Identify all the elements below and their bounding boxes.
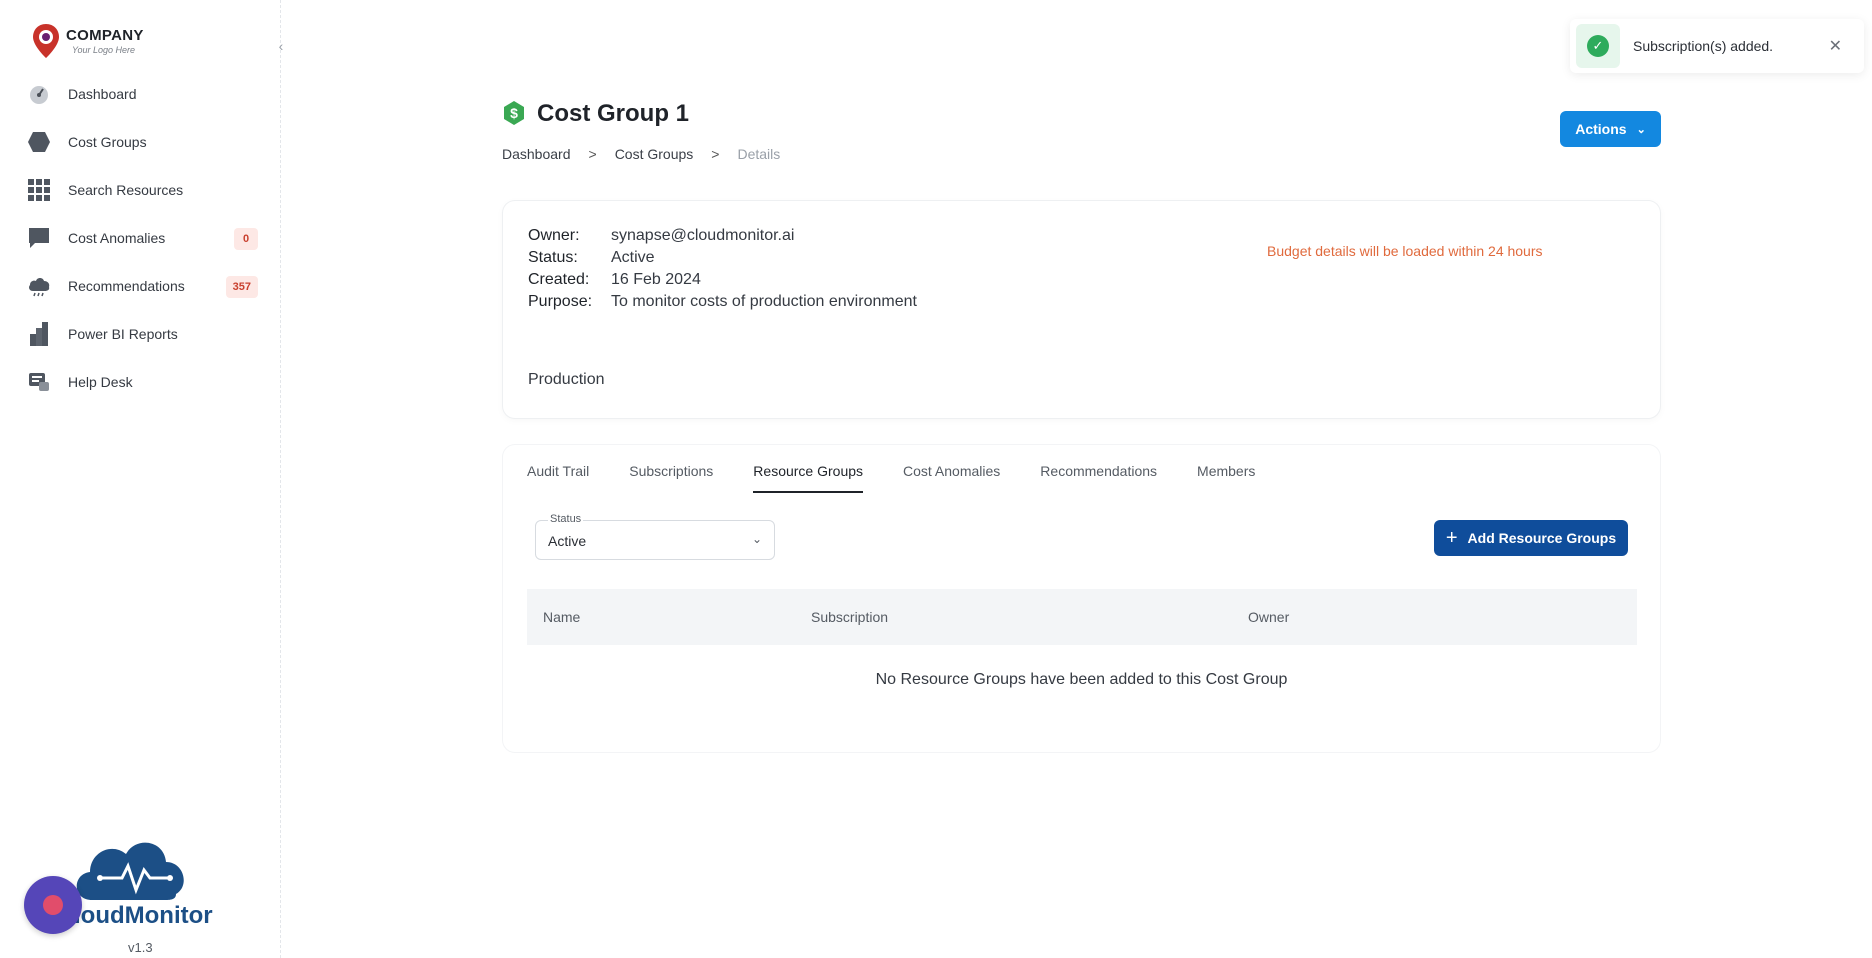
help-desk-icon	[26, 369, 52, 395]
column-header-name[interactable]: Name	[543, 609, 580, 625]
breadcrumb-separator: >	[588, 146, 597, 162]
tabs-panel: Audit Trail Subscriptions Resource Group…	[503, 445, 1660, 752]
tab-bar: Audit Trail Subscriptions Resource Group…	[527, 463, 1295, 493]
tab-recommendations[interactable]: Recommendations	[1040, 463, 1157, 493]
cost-group-details-card: Owner: synapse@cloudmonitor.ai Status: A…	[503, 201, 1660, 418]
breadcrumb-details: Details	[737, 146, 781, 162]
empty-table-message: No Resource Groups have been added to th…	[875, 671, 1288, 688]
check-circle-icon: ✓	[1587, 35, 1609, 57]
svg-text:$: $	[510, 105, 518, 121]
bar-chart-icon	[26, 321, 52, 347]
actions-label: Actions	[1575, 121, 1627, 137]
status-value: Active	[611, 249, 655, 266]
add-resource-groups-button[interactable]: + Add Resource Groups	[1434, 520, 1628, 556]
sidebar-item-label: Dashboard	[68, 86, 137, 102]
recommendations-count-badge: 357	[225, 276, 258, 298]
purpose-value: To monitor costs of production environme…	[611, 293, 917, 310]
sidebar-item-label: Cost Anomalies	[68, 230, 166, 246]
chevron-down-icon: ⌄	[751, 532, 762, 546]
status-label: Status:	[528, 249, 578, 266]
sidebar-item-label: Power BI Reports	[68, 326, 178, 342]
location-pin-icon	[33, 24, 59, 58]
created-label: Created:	[528, 271, 590, 288]
close-icon[interactable]: ✕	[1829, 36, 1842, 56]
status-filter-label: Status	[548, 513, 584, 525]
company-logo[interactable]: COMPANY Your Logo Here	[30, 22, 144, 60]
sidebar-item-dashboard[interactable]: Dashboard	[26, 70, 258, 118]
budget-notice: Budget details will be loaded within 24 …	[1267, 243, 1543, 259]
breadcrumb: Dashboard > Cost Groups > Details	[502, 146, 798, 162]
purpose-label: Purpose:	[528, 293, 593, 310]
details-grid: Owner: synapse@cloudmonitor.ai Status: A…	[528, 227, 917, 311]
column-header-owner[interactable]: Owner	[1248, 609, 1289, 625]
owner-label: Owner:	[528, 227, 580, 244]
sidebar-item-help-desk[interactable]: Help Desk	[26, 358, 258, 406]
column-header-subscription[interactable]: Subscription	[811, 609, 888, 625]
company-tagline: Your Logo Here	[72, 44, 136, 55]
chat-launcher-button[interactable]	[24, 876, 82, 934]
sidebar-item-cost-groups[interactable]: Cost Groups	[26, 118, 258, 166]
app-version: v1.3	[128, 940, 153, 955]
status-filter-value: Active	[548, 533, 587, 549]
page-title: Cost Group 1	[537, 100, 690, 127]
breadcrumb-cost-groups[interactable]: Cost Groups	[615, 146, 694, 162]
tab-audit-trail[interactable]: Audit Trail	[527, 463, 589, 493]
actions-dropdown-button[interactable]: Actions ⌄	[1560, 111, 1661, 147]
toast-message: Subscription(s) added.	[1633, 38, 1774, 54]
sidebar-item-recommendations[interactable]: Recommendations 357	[26, 262, 258, 310]
breadcrumb-dashboard[interactable]: Dashboard	[502, 146, 571, 162]
tab-members[interactable]: Members	[1197, 463, 1255, 493]
sidebar-item-label: Help Desk	[68, 374, 133, 390]
success-toast: ✓ Subscription(s) added. ✕	[1570, 19, 1864, 73]
collapse-sidebar-icon[interactable]: ‹	[272, 37, 290, 55]
gauge-icon	[26, 81, 52, 107]
sidebar-item-search-resources[interactable]: Search Resources	[26, 166, 258, 214]
plus-icon: +	[1445, 526, 1458, 549]
sidebar-nav: Dashboard Cost Groups Search Resources C…	[26, 70, 258, 406]
sidebar-item-label: Cost Groups	[68, 134, 147, 150]
breadcrumb-separator: >	[711, 146, 720, 162]
sidebar-item-power-bi-reports[interactable]: Power BI Reports	[26, 310, 258, 358]
chat-icon	[26, 225, 52, 251]
sidebar: COMPANY Your Logo Here ‹ Dashboard Cost …	[0, 0, 283, 958]
add-resource-groups-label: Add Resource Groups	[1467, 530, 1617, 546]
tab-subscriptions[interactable]: Subscriptions	[629, 463, 713, 493]
company-name: COMPANY	[66, 26, 144, 44]
chat-dot-icon	[43, 895, 63, 915]
cloud-icon	[26, 273, 52, 299]
tab-cost-anomalies[interactable]: Cost Anomalies	[903, 463, 1000, 493]
environment-tag: Production	[528, 371, 605, 388]
tab-resource-groups[interactable]: Resource Groups	[753, 463, 863, 493]
sidebar-item-label: Recommendations	[68, 278, 185, 294]
chevron-down-icon: ⌄	[1636, 123, 1646, 136]
sidebar-item-label: Search Resources	[68, 182, 184, 198]
hexagon-icon	[26, 129, 52, 155]
status-filter-select[interactable]: Status Active ⌄	[535, 513, 775, 560]
anomalies-count-badge: 0	[234, 228, 258, 250]
dollar-badge-icon: $	[504, 101, 524, 125]
toast-icon-container: ✓	[1576, 24, 1620, 68]
grid-icon	[26, 177, 52, 203]
created-value: 16 Feb 2024	[611, 271, 701, 288]
product-name: loudMonitor	[74, 902, 213, 929]
owner-value: synapse@cloudmonitor.ai	[611, 227, 795, 244]
sidebar-item-cost-anomalies[interactable]: Cost Anomalies 0	[26, 214, 258, 262]
table-header: Name Subscription Owner	[527, 589, 1637, 645]
